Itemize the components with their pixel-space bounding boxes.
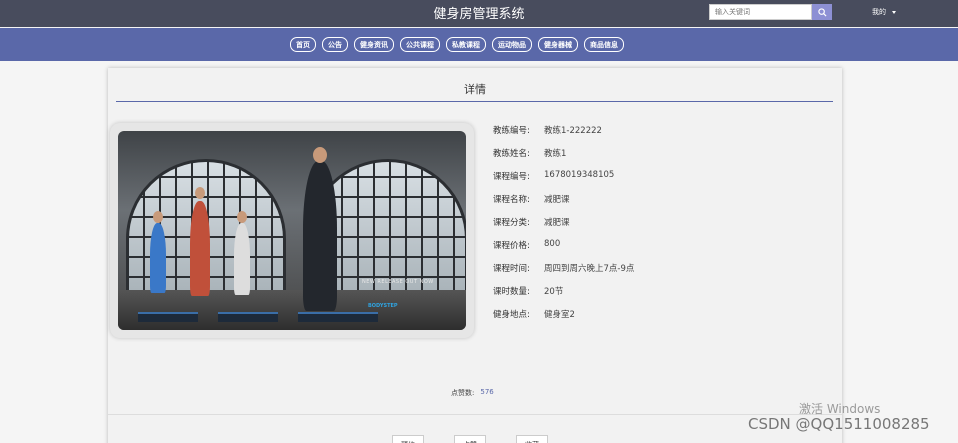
detail-card: 详情 NEW RELEASE OUT NOW BODYSTEP 教练编号: 教练…	[108, 68, 842, 443]
nav-item-home[interactable]: 首页	[290, 37, 316, 52]
field-course-price: 课程价格: 800	[493, 239, 560, 251]
field-gym-location: 健身地点: 健身室2	[493, 308, 575, 320]
photo-step	[218, 312, 278, 322]
photo-caption: NEW RELEASE OUT NOW	[362, 279, 434, 285]
field-value: 健身室2	[544, 310, 575, 320]
field-label: 教练编号:	[493, 126, 530, 136]
field-label: 课时数量:	[493, 287, 530, 297]
photo-person-head	[237, 211, 247, 223]
field-label: 课程价格:	[493, 241, 530, 251]
photo-person-head	[153, 211, 163, 223]
photo-step	[298, 312, 378, 322]
photo-person	[190, 201, 210, 296]
field-value: 教练1	[544, 149, 567, 159]
title-divider	[116, 101, 833, 102]
main-nav: 首页 公告 健身资讯 公共课程 私教课程 运动物品 健身器械 商品信息	[0, 28, 958, 61]
field-label: 课程时间:	[493, 264, 530, 274]
nav-item-sports-goods[interactable]: 运动物品	[492, 37, 532, 52]
field-label: 课程分类:	[493, 218, 530, 228]
photo-person	[150, 223, 166, 293]
field-value: 周四到周六晚上7点-9点	[544, 264, 635, 274]
nav-list: 首页 公告 健身资讯 公共课程 私教课程 运动物品 健身器械 商品信息	[290, 37, 624, 52]
photo-step	[138, 312, 198, 322]
likes-count: 576	[480, 388, 494, 396]
detail-title: 详情	[464, 83, 486, 96]
photo-person	[303, 161, 337, 311]
photo-logo: BODYSTEP	[368, 303, 398, 309]
chevron-down-icon	[892, 10, 896, 14]
field-value: 1678019348105	[544, 170, 615, 180]
field-course-time: 课程时间: 周四到周六晚上7点-9点	[493, 262, 634, 274]
field-label: 教练姓名:	[493, 149, 530, 159]
user-menu-label: 我的	[872, 8, 886, 16]
book-button[interactable]: 预约	[392, 435, 424, 443]
nav-item-public-course[interactable]: 公共课程	[400, 37, 440, 52]
photo-person	[234, 223, 250, 295]
course-image: NEW RELEASE OUT NOW BODYSTEP	[118, 131, 466, 330]
field-coach-id: 教练编号: 教练1-222222	[493, 124, 602, 136]
field-value: 800	[544, 239, 561, 249]
like-button[interactable]: 点赞	[454, 435, 486, 443]
search-icon	[817, 7, 827, 17]
field-value: 教练1-222222	[544, 126, 602, 136]
photo-floor	[118, 290, 466, 330]
nav-item-fitness-news[interactable]: 健身资讯	[354, 37, 394, 52]
field-value: 20节	[544, 287, 564, 297]
field-label: 健身地点:	[493, 310, 530, 320]
field-value: 减肥课	[544, 195, 570, 205]
likes-row: 点赞数: 576	[451, 388, 494, 398]
bottom-divider	[108, 414, 842, 415]
field-course-category: 课程分类: 减肥课	[493, 216, 570, 228]
photo-person-head	[313, 147, 327, 163]
field-coach-name: 教练姓名: 教练1	[493, 147, 566, 159]
nav-item-private-course[interactable]: 私教课程	[446, 37, 486, 52]
nav-item-notice[interactable]: 公告	[322, 37, 348, 52]
likes-label: 点赞数:	[451, 389, 475, 397]
photo-person-head	[195, 187, 205, 199]
nav-item-products[interactable]: 商品信息	[584, 37, 624, 52]
field-course-name: 课程名称: 减肥课	[493, 193, 570, 205]
field-value: 减肥课	[544, 218, 570, 228]
nav-item-equipment[interactable]: 健身器械	[538, 37, 578, 52]
top-header: 健身房管理系统 我的	[0, 0, 958, 27]
field-lesson-count: 课时数量: 20节	[493, 285, 563, 297]
field-course-id: 课程编号: 1678019348105	[493, 170, 614, 182]
favorite-button[interactable]: 收藏	[516, 435, 548, 443]
user-menu[interactable]: 我的	[872, 7, 896, 17]
course-image-frame: NEW RELEASE OUT NOW BODYSTEP	[110, 123, 474, 338]
field-label: 课程名称:	[493, 195, 530, 205]
search-button[interactable]	[812, 4, 832, 20]
field-label: 课程编号:	[493, 172, 530, 182]
csdn-watermark: CSDN @QQ1511008285	[748, 415, 930, 433]
search-input[interactable]	[709, 4, 812, 20]
